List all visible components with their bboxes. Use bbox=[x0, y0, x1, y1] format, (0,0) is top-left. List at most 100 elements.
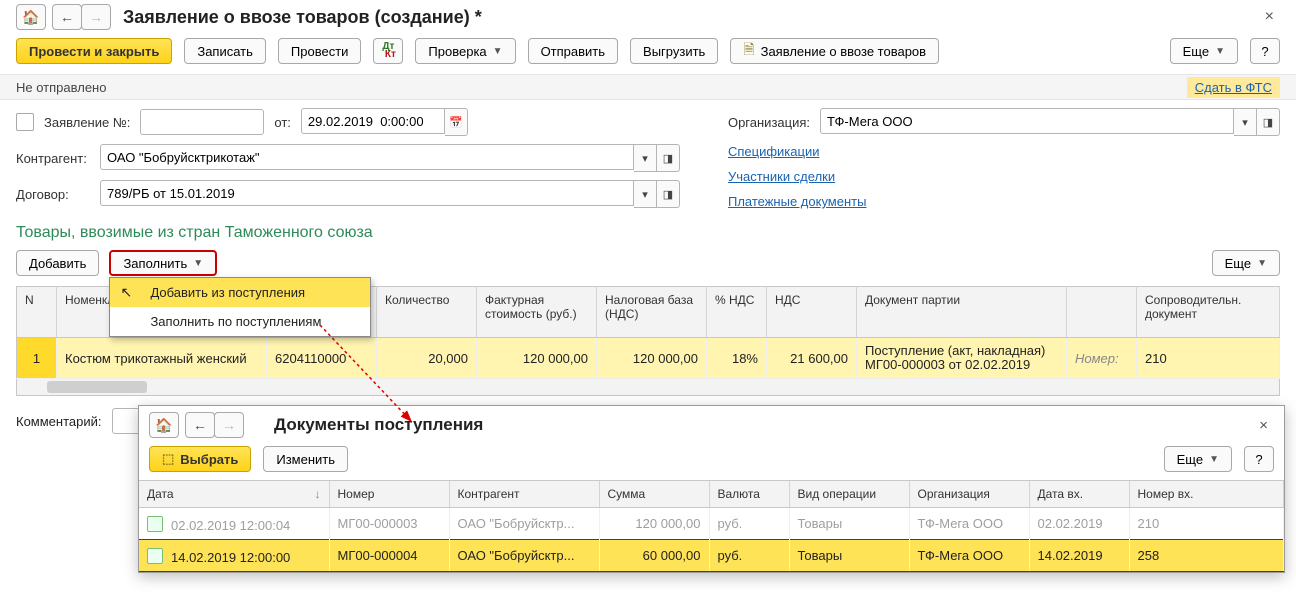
col-cost[interactable]: Фактурная стоимость (руб.) bbox=[477, 287, 597, 338]
goods-toolbar: Добавить Заполнить▼ ↖ Добавить из поступ… bbox=[16, 250, 1280, 276]
write-button[interactable]: Записать bbox=[184, 38, 266, 64]
add-row-button[interactable]: Добавить bbox=[16, 250, 99, 276]
modal-back-button[interactable]: ← bbox=[185, 412, 215, 438]
date-input[interactable] bbox=[301, 108, 445, 134]
goods-more-button[interactable]: Еще▼ bbox=[1212, 250, 1280, 276]
dtkt-icon: ДтКт bbox=[381, 43, 396, 59]
send-fts-link[interactable]: Сдать в ФТС bbox=[1187, 77, 1280, 98]
check-button[interactable]: Проверка▼ bbox=[415, 38, 515, 64]
decl-no-input[interactable] bbox=[140, 109, 264, 135]
chevron-down-icon: ▼ bbox=[1257, 258, 1267, 269]
col-accdoc[interactable]: Сопроводительн. документ bbox=[1137, 287, 1280, 338]
contr-open-button[interactable]: ◨ bbox=[657, 144, 680, 172]
mcol-number[interactable]: Номер bbox=[329, 481, 449, 508]
forward-button[interactable]: → bbox=[81, 4, 111, 30]
more-button[interactable]: Еще▼ bbox=[1170, 38, 1238, 64]
home-icon: 🏠 bbox=[155, 417, 172, 434]
modal-help-button[interactable]: ? bbox=[1244, 446, 1274, 472]
send-button[interactable]: Отправить bbox=[528, 38, 618, 64]
post-button[interactable]: Провести bbox=[278, 38, 362, 64]
mcol-op[interactable]: Вид операции bbox=[789, 481, 909, 508]
title-bar: 🏠 ← → Заявление о ввозе товаров (создани… bbox=[0, 0, 1296, 36]
fill-dropdown: ↖ Добавить из поступления Заполнить по п… bbox=[109, 277, 371, 337]
col-vat[interactable]: НДС bbox=[767, 287, 857, 338]
page-title: Заявление о ввозе товаров (создание) * bbox=[123, 7, 1259, 28]
from-label: от: bbox=[274, 115, 291, 130]
stamp-icon: 🗎 bbox=[743, 39, 754, 63]
contr-dropdown-button[interactable]: ▾ bbox=[634, 144, 657, 172]
goods-section-title: Товары, ввозимые из стран Таможенного со… bbox=[16, 224, 1280, 242]
specifications-link[interactable]: Спецификации bbox=[728, 144, 1280, 159]
select-icon: ⬚ bbox=[162, 451, 174, 467]
deal-participants-link[interactable]: Участники сделки bbox=[728, 169, 1280, 184]
back-button[interactable]: ← bbox=[52, 4, 82, 30]
status-text: Не отправлено bbox=[16, 80, 106, 95]
command-toolbar: Провести и закрыть Записать Провести ДтК… bbox=[0, 36, 1296, 74]
mcol-indate[interactable]: Дата вх. bbox=[1029, 481, 1129, 508]
close-button[interactable]: × bbox=[1259, 6, 1280, 28]
org-dropdown-button[interactable]: ▾ bbox=[1234, 108, 1257, 136]
org-open-button[interactable]: ◨ bbox=[1257, 108, 1280, 136]
mcol-contr[interactable]: Контрагент bbox=[449, 481, 599, 508]
home-icon: 🏠 bbox=[22, 9, 39, 26]
chevron-down-icon: ▼ bbox=[1215, 46, 1225, 57]
col-taxbase[interactable]: Налоговая база (НДС) bbox=[597, 287, 707, 338]
mcol-curr[interactable]: Валюта bbox=[709, 481, 789, 508]
mcol-inno[interactable]: Номер вх. bbox=[1129, 481, 1284, 508]
org-input[interactable] bbox=[820, 108, 1234, 134]
declaration-print-button[interactable]: 🗎Заявление о ввозе товаров bbox=[730, 38, 939, 64]
modal-close-button[interactable]: × bbox=[1253, 415, 1274, 436]
receipt-row[interactable]: 02.02.2019 12:00:04 МГ00-000003 ОАО "Боб… bbox=[139, 508, 1284, 540]
transactions-button[interactable]: ДтКт bbox=[373, 38, 403, 64]
document-icon bbox=[147, 548, 163, 564]
help-button[interactable]: ? bbox=[1250, 38, 1280, 64]
cursor-icon: ↖ bbox=[120, 284, 132, 301]
goods-hscrollbar[interactable] bbox=[16, 379, 1280, 396]
mcol-sum[interactable]: Сумма bbox=[599, 481, 709, 508]
modal-title: Документы поступления bbox=[274, 415, 1253, 435]
modal-forward-button[interactable]: → bbox=[214, 412, 244, 438]
fill-from-receipt-item[interactable]: ↖ Добавить из поступления bbox=[110, 278, 370, 307]
contract-input[interactable] bbox=[100, 180, 634, 206]
arrow-right-icon: → bbox=[222, 417, 236, 433]
calendar-icon: 📅 bbox=[449, 116, 463, 129]
fill-by-receipts-item[interactable]: Заполнить по поступлениям bbox=[110, 307, 370, 336]
col-n[interactable]: N bbox=[17, 287, 57, 338]
contract-dropdown-button[interactable]: ▾ bbox=[634, 180, 657, 208]
form-area: Заявление №: от: 📅 Контрагент: ▾ ◨ Догов… bbox=[0, 100, 1296, 400]
goods-row[interactable]: 1 Костюм трикотажный женский 6204110000 … bbox=[17, 338, 1280, 379]
edit-button[interactable]: Изменить bbox=[263, 446, 348, 472]
chevron-down-icon: ▼ bbox=[193, 258, 203, 269]
fill-button[interactable]: Заполнить▼ bbox=[109, 250, 217, 276]
calendar-button[interactable]: 📅 bbox=[445, 108, 468, 136]
status-bar: Не отправлено Сдать в ФТС bbox=[0, 74, 1296, 100]
arrow-left-icon: ← bbox=[193, 417, 207, 433]
modal-more-button[interactable]: Еще▼ bbox=[1164, 446, 1232, 472]
decl-no-label: Заявление №: bbox=[44, 115, 130, 130]
home-button[interactable]: 🏠 bbox=[16, 4, 46, 30]
col-vat-rate[interactable]: % НДС bbox=[707, 287, 767, 338]
chevron-down-icon: ▼ bbox=[493, 46, 503, 57]
arrow-left-icon: ← bbox=[60, 9, 74, 25]
contr-input[interactable] bbox=[100, 144, 634, 170]
contract-label: Договор: bbox=[16, 187, 90, 202]
export-button[interactable]: Выгрузить bbox=[630, 38, 718, 64]
org-label: Организация: bbox=[728, 115, 810, 130]
sort-asc-icon: ↓ bbox=[315, 487, 321, 501]
post-and-close-button[interactable]: Провести и закрыть bbox=[16, 38, 172, 64]
doc-icon bbox=[16, 113, 34, 131]
select-button[interactable]: ⬚Выбрать bbox=[149, 446, 251, 472]
comment-label: Комментарий: bbox=[16, 414, 102, 429]
mcol-date[interactable]: Дата ↓ bbox=[139, 481, 329, 508]
col-acc-label[interactable] bbox=[1067, 287, 1137, 338]
mcol-org[interactable]: Организация bbox=[909, 481, 1029, 508]
receipt-docs-table: Дата ↓ Номер Контрагент Сумма Валюта Вид… bbox=[139, 480, 1284, 572]
receipt-row[interactable]: 14.02.2019 12:00:00 МГ00-000004 ОАО "Боб… bbox=[139, 540, 1284, 572]
col-qty[interactable]: Количество bbox=[377, 287, 477, 338]
arrow-right-icon: → bbox=[89, 9, 103, 25]
contract-open-button[interactable]: ◨ bbox=[657, 180, 680, 208]
payment-docs-link[interactable]: Платежные документы bbox=[728, 194, 1280, 209]
col-batch[interactable]: Документ партии bbox=[857, 287, 1067, 338]
modal-home-button[interactable]: 🏠 bbox=[149, 412, 179, 438]
document-icon bbox=[147, 516, 163, 532]
